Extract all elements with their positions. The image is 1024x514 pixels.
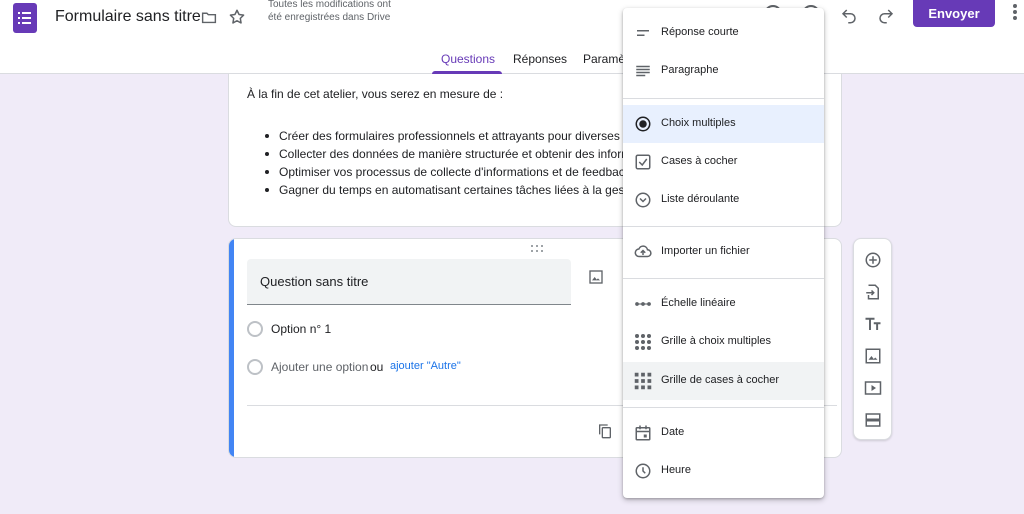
description-intro: À la fin de cet atelier, vous serez en m… [247,87,504,101]
bullet-item: Collecter des données de manière structu… [265,145,637,163]
bullet-item: Optimiser vos processus de collecte d'in… [265,163,637,181]
add-question-icon[interactable] [864,251,882,269]
calendar-icon [635,425,651,441]
send-button[interactable]: Envoyer [913,0,995,27]
menu-item-label: Grille à choix multiples [661,335,772,347]
menu-item-label: Cases à cocher [661,155,738,167]
add-title-icon[interactable] [864,315,882,333]
menu-item-multiple-choice-grid[interactable]: Grille à choix multiples [623,323,824,361]
radio-button-icon [247,359,263,375]
menu-item-label: Liste déroulante [661,193,740,205]
question-type-menu: Réponse courte Paragraphe Choix multiple… [623,8,824,498]
menu-item-label: Paragraphe [661,64,719,76]
menu-item-label: Choix multiples [661,117,736,129]
menu-item-time[interactable]: Heure [623,452,824,490]
menu-item-linear-scale[interactable]: Échelle linéaire [623,285,824,323]
question-title-text: Question sans titre [260,274,369,289]
paragraph-icon [636,65,650,77]
menu-item-multiple-choice[interactable]: Choix multiples [623,105,824,143]
form-title[interactable]: Formulaire sans titre [55,8,201,26]
menu-divider [623,98,824,99]
menu-item-label: Date [661,426,685,438]
focus-accent-bar [229,239,234,457]
add-option-link[interactable]: Ajouter une option [271,360,368,374]
menu-item-file-upload[interactable]: Importer un fichier [623,233,824,271]
import-questions-icon[interactable] [864,283,882,301]
menu-item-checkbox-grid[interactable]: Grille de cases à cocher [623,362,824,400]
save-status: Toutes les modifications ont été enregis… [268,0,391,23]
add-image-icon[interactable] [588,269,604,285]
bullet-item: Créer des formulaires professionnels et … [265,129,637,143]
menu-divider [623,278,824,279]
tab-responses[interactable]: Réponses [513,52,567,66]
grid-dots-icon [634,333,652,351]
radio-icon [635,116,651,132]
description-bullet-list: Créer des formulaires professionnels et … [265,127,637,199]
undo-icon[interactable] [840,7,858,25]
tab-questions[interactable]: Questions [441,52,495,66]
menu-item-label: Importer un fichier [661,245,750,257]
add-section-icon[interactable] [864,411,882,429]
menu-item-dropdown[interactable]: Liste déroulante [623,181,824,219]
tab-settings[interactable]: Paramè [583,52,625,66]
or-text: ou [370,360,384,374]
add-other-link[interactable]: ajouter "Autre" [390,360,461,372]
question-title-input[interactable]: Question sans titre [247,259,571,305]
grid-squares-icon [634,372,652,390]
menu-item-label: Échelle linéaire [661,297,736,309]
menu-item-checkboxes[interactable]: Cases à cocher [623,143,824,181]
menu-item-label: Heure [661,464,691,476]
checkbox-icon [635,154,651,170]
add-video-icon[interactable] [864,379,882,397]
star-icon[interactable] [228,8,246,26]
menu-divider [623,407,824,408]
cloud-upload-icon [634,245,652,258]
add-image-icon[interactable] [864,347,882,365]
menu-item-date[interactable]: Date [623,414,824,452]
bullet-item: Gagner du temps en automatisant certaine… [265,181,637,199]
more-vert-icon[interactable] [1012,4,1018,22]
menu-divider [623,226,824,227]
redo-icon[interactable] [877,7,895,25]
dropdown-icon [635,192,651,208]
top-bar: Formulaire sans titre Toutes les modific… [0,0,1024,74]
drag-handle-icon[interactable] [530,245,544,253]
folder-icon[interactable] [200,9,218,26]
menu-item-short-answer[interactable]: Réponse courte [623,14,824,52]
menu-item-paragraph[interactable]: Paragraphe [623,52,824,90]
option-1-label[interactable]: Option n° 1 [271,322,331,336]
linear-scale-icon [635,302,651,306]
short-answer-icon [637,30,649,36]
question-toolbar [853,238,892,440]
clock-icon [635,463,651,479]
duplicate-icon[interactable] [597,422,613,440]
menu-item-label: Grille de cases à cocher [661,374,779,386]
radio-button-icon [247,321,263,337]
forms-app-icon[interactable] [13,3,37,33]
menu-item-label: Réponse courte [661,26,739,38]
